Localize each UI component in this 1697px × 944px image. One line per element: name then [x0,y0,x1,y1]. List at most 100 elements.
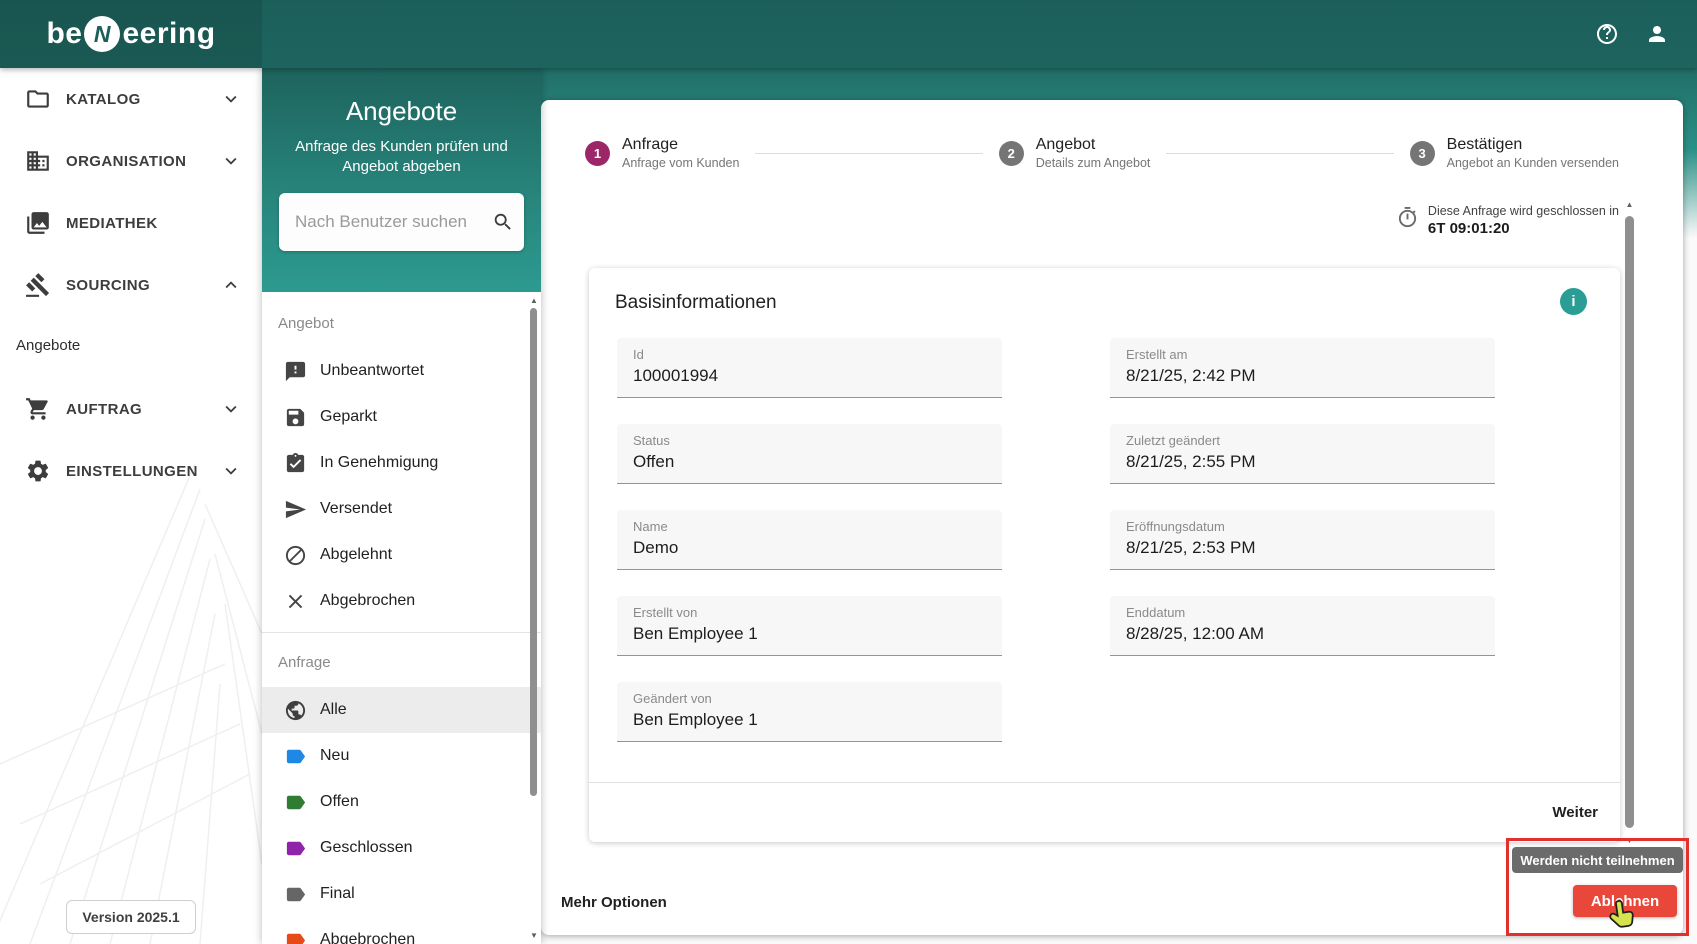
stepper-connector [1166,153,1393,154]
step-1-anfrage[interactable]: 1 Anfrage Anfrage vom Kunden [585,136,739,170]
step-title: Angebot [1036,136,1151,154]
step-number: 1 [585,141,610,166]
user-search-box[interactable] [279,193,524,251]
scrollbar-thumb[interactable] [1625,216,1634,828]
filter-item-unbeantwortet[interactable]: Unbeantwortet [262,348,541,394]
field-erstellt-von: Erstellt von Ben Employee 1 [617,596,1002,656]
user-icon[interactable] [1645,22,1669,46]
logo-block: be N eering [0,0,262,68]
sidebar-subitem-label: Angebote [16,337,80,354]
sidebar-item-einstellungen[interactable]: EINSTELLUNGEN [0,440,262,502]
chevron-down-icon [220,150,242,172]
sidebar-item-label: SOURCING [66,277,150,294]
label-icon [284,791,307,814]
countdown-value: 6T 09:01:20 [1428,220,1619,237]
step-3-bestaetigen[interactable]: 3 Bestätigen Angebot an Kunden versenden [1410,136,1619,170]
sidebar-item-sourcing[interactable]: SOURCING [0,254,262,316]
section-label-anfrage: Anfrage [262,633,541,679]
step-number: 3 [1410,141,1435,166]
scroll-up-arrow[interactable]: ▲ [1624,200,1635,209]
filter-item-versendet[interactable]: Versendet [262,486,541,532]
filter-item-in-genehmigung[interactable]: In Genehmigung [262,440,541,486]
sidebar-subitem-angebote[interactable]: Angebote [0,316,262,374]
field-id: Id 100001994 [617,338,1002,398]
feedback-icon [284,360,307,383]
step-number: 2 [999,141,1024,166]
step-subtitle: Angebot an Kunden versenden [1447,156,1619,170]
next-button[interactable]: Weiter [1552,804,1598,821]
fields-grid: Id 100001994 Status Offen Name Demo Erst… [617,338,1495,742]
top-bar: be N eering [0,0,1697,68]
card-title: Basisinformationen [615,292,777,314]
sidebar-item-label: ORGANISATION [66,153,186,170]
label-icon [284,883,307,906]
closing-countdown: Diese Anfrage wird geschlossen in 6T 09:… [1396,204,1619,237]
globe-icon [284,699,307,722]
chevron-down-icon [220,460,242,482]
content-scrollbar[interactable]: ▲ ▼ [1624,200,1635,845]
reject-tooltip: Werden nicht teilnehmen [1512,847,1683,873]
logo-text-pre: be [46,17,82,51]
stepper-connector [755,153,982,154]
search-input[interactable] [295,212,492,232]
field-geaendert-von: Geändert von Ben Employee 1 [617,682,1002,742]
media-library-icon [25,210,51,236]
filter-item-geparkt[interactable]: Geparkt [262,394,541,440]
scroll-up-arrow[interactable]: ▲ [529,296,539,305]
field-enddatum: Enddatum 8/28/25, 12:00 AM [1110,596,1495,656]
filter-item-abgelehnt[interactable]: Abgelehnt [262,532,541,578]
panel-scrollbar[interactable]: ▲ ▼ [529,68,539,944]
field-status: Status Offen [617,424,1002,484]
offers-filter-panel: Angebote Anfrage des Kunden prüfen und A… [262,68,541,944]
approval-icon [284,452,307,475]
logo-text-post: eering [122,17,215,51]
section-label-angebot: Angebot [262,292,541,340]
basis-information-card: Basisinformationen i Id 100001994 Status… [589,268,1620,842]
annotation-highlight-box: Werden nicht teilnehmen Ablehnen [1506,838,1689,936]
sidebar-item-organisation[interactable]: ORGANISATION [0,130,262,192]
logo-n-circle: N [84,16,120,52]
close-icon [284,590,307,613]
stopwatch-icon [1396,206,1419,229]
card-footer: Weiter [589,782,1620,842]
label-icon [284,745,307,768]
send-icon [284,498,307,521]
step-title: Anfrage [622,136,739,154]
sidebar-item-mediathek[interactable]: MEDIATHEK [0,192,262,254]
scroll-down-arrow[interactable]: ▼ [529,931,539,940]
filter-item-neu[interactable]: Neu [262,733,541,779]
step-2-angebot[interactable]: 2 Angebot Details zum Angebot [999,136,1151,170]
application-window: be N eering [0,0,1697,944]
page-title: Angebote [262,96,541,127]
more-options-button[interactable]: Mehr Optionen [561,894,667,911]
filter-item-abgebrochen-angebot[interactable]: Abgebrochen [262,578,541,624]
app-logo[interactable]: be N eering [46,16,215,52]
fields-column-right: Erstellt am 8/21/25, 2:42 PM Zuletzt geä… [1110,338,1495,742]
filter-item-abgebrochen-anfrage[interactable]: Abgebrochen [262,917,541,944]
step-title: Bestätigen [1447,136,1619,154]
search-icon[interactable] [492,211,514,233]
sidebar-item-katalog[interactable]: KATALOG [0,68,262,130]
info-icon[interactable]: i [1560,288,1587,315]
sidebar-item-label: AUFTRAG [66,401,142,418]
step-subtitle: Details zum Angebot [1036,156,1151,170]
wizard-stepper: 1 Anfrage Anfrage vom Kunden 2 Angebot D… [585,136,1619,170]
scrollbar-thumb[interactable] [530,308,537,796]
filter-item-offen[interactable]: Offen [262,779,541,825]
chevron-down-icon [220,88,242,110]
help-icon[interactable] [1595,22,1619,46]
hand-cursor-icon [1603,895,1643,937]
topbar-actions [1595,22,1697,46]
chevron-down-icon [220,398,242,420]
fields-column-left: Id 100001994 Status Offen Name Demo Erst… [617,338,1002,742]
step-subtitle: Anfrage vom Kunden [622,156,739,170]
field-erstellt-am: Erstellt am 8/21/25, 2:42 PM [1110,338,1495,398]
filter-item-final[interactable]: Final [262,871,541,917]
filter-item-geschlossen[interactable]: Geschlossen [262,825,541,871]
filter-item-alle[interactable]: Alle [262,687,541,733]
sidebar-item-auftrag[interactable]: AUFTRAG [0,378,262,440]
field-name: Name Demo [617,510,1002,570]
label-icon [284,929,307,944]
sidebar-item-label: EINSTELLUNGEN [66,463,198,480]
version-badge: Version 2025.1 [66,900,196,934]
